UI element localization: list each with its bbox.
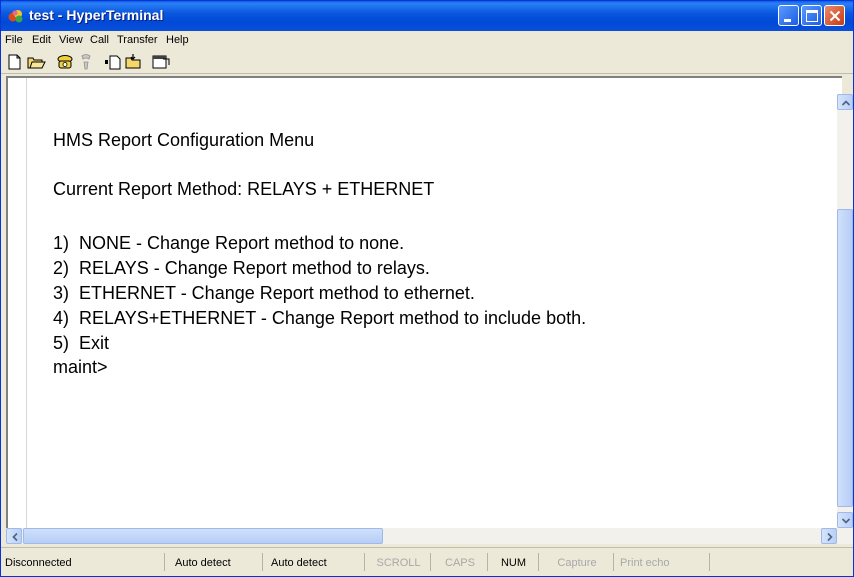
hyperterminal-window: test - HyperTerminal File Edit View Call… bbox=[0, 0, 854, 577]
new-connection-icon[interactable] bbox=[5, 53, 25, 71]
terminal-line-option-2: 2) RELAYS - Change Report method to rela… bbox=[53, 258, 430, 278]
status-caps: CAPS bbox=[433, 553, 488, 571]
maximize-button[interactable] bbox=[801, 5, 822, 26]
scroll-left-icon bbox=[12, 532, 18, 542]
receive-icon[interactable] bbox=[123, 53, 143, 71]
status-bar: Disconnected Auto detect Auto detect SCR… bbox=[1, 547, 853, 576]
status-auto-detect-1: Auto detect bbox=[173, 553, 263, 571]
scroll-left-button[interactable] bbox=[6, 528, 22, 544]
open-icon[interactable] bbox=[26, 53, 46, 71]
terminal-line-current-method: Current Report Method: RELAYS + ETHERNET bbox=[53, 179, 435, 199]
scroll-up-icon bbox=[841, 100, 851, 106]
scroll-down-icon bbox=[841, 518, 851, 524]
maximize-icon bbox=[806, 10, 818, 22]
toolbar bbox=[1, 51, 853, 74]
minimize-button[interactable] bbox=[778, 5, 799, 26]
vertical-scrollbar[interactable] bbox=[837, 94, 853, 528]
minimize-icon bbox=[784, 19, 791, 22]
menu-help[interactable]: Help bbox=[166, 34, 189, 46]
terminal-line-option-5: 5) Exit bbox=[53, 333, 110, 353]
terminal-line-option-1: 1) NONE - Change Report method to none. bbox=[53, 233, 405, 253]
status-connection: Disconnected bbox=[3, 553, 165, 571]
hyperterminal-app-icon[interactable] bbox=[8, 8, 24, 24]
status-num: NUM bbox=[489, 553, 539, 571]
horizontal-scroll-thumb[interactable] bbox=[23, 528, 383, 544]
scroll-up-button[interactable] bbox=[837, 94, 853, 110]
scroll-right-button[interactable] bbox=[821, 528, 837, 544]
close-icon bbox=[829, 10, 841, 22]
status-capture: Capture bbox=[541, 553, 614, 571]
menu-call[interactable]: Call bbox=[90, 34, 109, 46]
scroll-down-button[interactable] bbox=[837, 512, 853, 528]
title-bar[interactable]: test - HyperTerminal bbox=[1, 1, 853, 31]
menu-view[interactable]: View bbox=[59, 34, 83, 46]
menu-transfer[interactable]: Transfer bbox=[117, 34, 158, 46]
vertical-scroll-thumb[interactable] bbox=[837, 209, 853, 507]
terminal-prompt: maint> bbox=[53, 357, 108, 377]
status-auto-detect-2: Auto detect bbox=[269, 553, 365, 571]
menu-file[interactable]: File bbox=[5, 34, 23, 46]
disconnect-icon[interactable] bbox=[76, 53, 96, 71]
properties-icon[interactable] bbox=[151, 53, 171, 71]
terminal-line-option-3: 3) ETHERNET - Change Report method to et… bbox=[53, 283, 475, 303]
status-print-echo: Print echo bbox=[618, 553, 710, 571]
terminal-margin-line bbox=[26, 78, 27, 528]
menu-bar: File Edit View Call Transfer Help bbox=[1, 31, 853, 51]
menu-edit[interactable]: Edit bbox=[32, 34, 51, 46]
close-button[interactable] bbox=[824, 5, 845, 26]
scroll-right-icon bbox=[827, 532, 833, 542]
window-title: test - HyperTerminal bbox=[29, 7, 164, 23]
terminal-line-title: HMS Report Configuration Menu bbox=[53, 130, 315, 150]
terminal-display[interactable]: HMS Report Configuration Menu Current Re… bbox=[6, 76, 842, 528]
terminal-line-option-4: 4) RELAYS+ETHERNET - Change Report metho… bbox=[53, 308, 587, 328]
status-scroll: SCROLL bbox=[367, 553, 431, 571]
horizontal-scrollbar[interactable] bbox=[6, 528, 853, 544]
call-icon[interactable] bbox=[55, 53, 75, 71]
send-icon[interactable] bbox=[103, 53, 123, 71]
